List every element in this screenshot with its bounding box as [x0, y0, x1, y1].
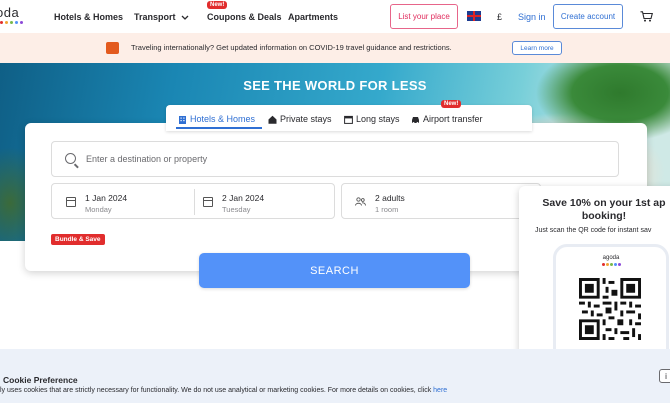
checkout-day: Tuesday: [222, 205, 251, 214]
active-tab-indicator: [176, 127, 262, 129]
top-header: oda Hotels & Homes Transport New! Coupon…: [0, 0, 670, 33]
tab-hotels-homes[interactable]: Hotels & Homes: [178, 114, 255, 124]
tab-hotels-homes-label: Hotels & Homes: [190, 114, 256, 124]
tab-long-stays[interactable]: Long stays: [344, 114, 400, 124]
guests-rooms: 1 room: [375, 205, 399, 214]
building-icon: [179, 115, 186, 124]
car-icon: [412, 116, 419, 124]
covid-banner-text: Traveling internationally? Get updated i…: [131, 43, 452, 52]
checkout-date: 2 Jan 2024: [222, 193, 265, 203]
calendar-in-icon: [66, 197, 76, 207]
promo-title: Save 10% on your 1st ap booking!: [519, 197, 670, 223]
sign-in-link[interactable]: Sign in: [518, 12, 546, 22]
people-icon: [355, 197, 366, 206]
cookie-preference-bar: Cookie Preference ly uses cookies that a…: [0, 349, 670, 403]
date-divider: [194, 189, 195, 215]
phone-agoda-logo: agoda: [602, 255, 620, 261]
agoda-logo[interactable]: oda: [0, 5, 19, 20]
house-icon: [268, 115, 277, 124]
currency-selector[interactable]: £: [497, 12, 502, 22]
covid-banner: Traveling internationally? Get updated i…: [0, 33, 670, 63]
tab-airport-transfer[interactable]: Airport transfer: [411, 114, 483, 124]
cookie-details-link[interactable]: here: [433, 387, 447, 394]
destination-search-input[interactable]: Enter a destination or property: [51, 141, 619, 177]
passport-icon: [106, 42, 119, 54]
new-badge: New!: [207, 1, 228, 9]
promo-title-line1: Save 10% on your 1st ap: [542, 197, 666, 209]
airport-transfer-new-badge: New!: [441, 100, 462, 108]
nav-transport[interactable]: Transport: [134, 12, 189, 22]
page: oda Hotels & Homes Transport New! Coupon…: [0, 0, 670, 403]
cookie-title: Cookie Preference: [3, 375, 78, 385]
guests-adults: 2 adults: [375, 193, 405, 203]
create-account-button[interactable]: Create account: [553, 4, 623, 29]
chevron-down-icon: [181, 15, 189, 20]
checkin-date: 1 Jan 2024: [85, 193, 128, 203]
nav-apartments[interactable]: Apartments: [288, 12, 338, 22]
list-your-place-button[interactable]: List your place: [390, 4, 458, 29]
nav-coupons-deals[interactable]: Coupons & Deals: [207, 12, 282, 22]
guests-selector[interactable]: 2 adults 1 room: [341, 183, 541, 219]
tab-private-stays-label: Private stays: [280, 114, 332, 124]
app-promo-card: Save 10% on your 1st ap booking! Just sc…: [519, 186, 670, 364]
qr-code-icon: [579, 278, 641, 340]
logo-dots: [0, 21, 23, 24]
phone-logo-dots: [602, 263, 621, 266]
bundle-save-badge[interactable]: Bundle & Save: [51, 234, 105, 245]
hero-title: SEE THE WORLD FOR LESS: [243, 78, 427, 93]
cookie-text: ly uses cookies that are strictly necess…: [0, 387, 447, 394]
destination-placeholder: Enter a destination or property: [86, 154, 208, 164]
uk-flag-icon[interactable]: [467, 11, 481, 21]
search-icon: [65, 153, 76, 164]
tab-private-stays[interactable]: Private stays: [268, 114, 332, 124]
date-range-picker[interactable]: 1 Jan 2024 Monday 2 Jan 2024 Tuesday: [51, 183, 335, 219]
promo-subtitle: Just scan the QR code for instant sav: [535, 227, 652, 234]
cookie-text-body: ly uses cookies that are strictly necess…: [0, 387, 434, 394]
cart-icon[interactable]: [640, 11, 653, 22]
nav-hotels-homes[interactable]: Hotels & Homes: [54, 12, 123, 22]
learn-more-button[interactable]: Learn more: [512, 41, 562, 55]
search-button[interactable]: SEARCH: [199, 253, 470, 288]
calendar-out-icon: [203, 197, 213, 207]
tab-long-stays-label: Long stays: [356, 114, 400, 124]
cookie-info-button[interactable]: i: [659, 369, 670, 383]
tab-airport-transfer-label: Airport transfer: [423, 114, 483, 124]
promo-title-line2: booking!: [581, 210, 627, 222]
checkin-day: Monday: [85, 205, 112, 214]
calendar-icon: [344, 115, 353, 124]
nav-transport-label: Transport: [134, 12, 176, 22]
